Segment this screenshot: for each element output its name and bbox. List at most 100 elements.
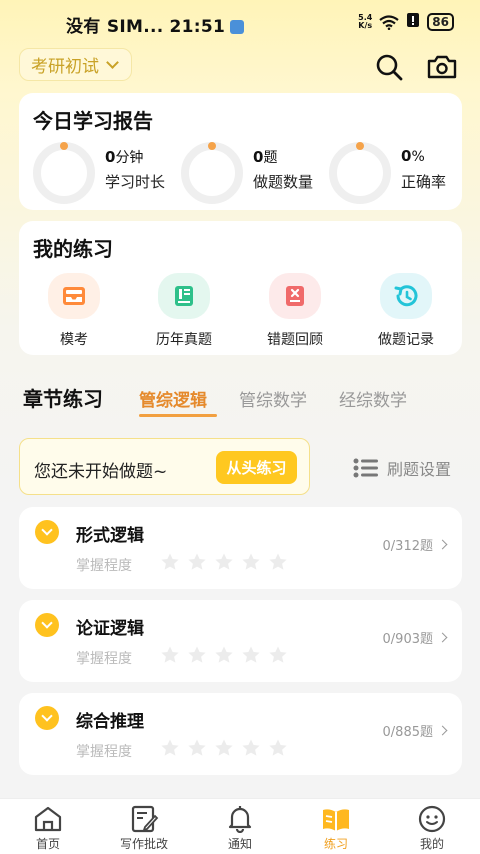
chapter-count-text: 0/903题 (382, 632, 433, 647)
question-count-ring (181, 142, 243, 204)
stat-study-time: 0分钟 学习时长 (19, 141, 167, 204)
battery-indicator: 86 (427, 13, 454, 31)
star-icon (161, 739, 179, 756)
study-time-label: 学习时长 (105, 173, 166, 191)
carrier-text: 没有 SIM... (66, 17, 164, 37)
practice-past-papers-label: 历年真题 (156, 332, 212, 348)
exam-type-selector[interactable]: 考研初试 (19, 48, 132, 81)
book-icon (158, 273, 210, 319)
practice-title: 我的练习 (33, 237, 113, 261)
star-icon (161, 553, 179, 570)
mastery-stars (160, 552, 288, 572)
stat-question-count: 0题 做题数量 (167, 141, 315, 204)
study-time-ring (33, 142, 95, 204)
report-title: 今日学习报告 (33, 109, 153, 133)
chapter-count-text: 0/312题 (382, 539, 433, 554)
chevron-right-icon (437, 725, 448, 736)
chapter-title: 论证逻辑 (76, 619, 144, 639)
search-icon[interactable] (374, 52, 404, 82)
start-practice-box: 您还未开始做题~ 从头练习 (19, 438, 310, 495)
star-icon (269, 646, 287, 663)
chevron-down-icon[interactable] (35, 520, 59, 544)
wifi-icon (379, 14, 399, 30)
nav-profile-label: 我的 (419, 837, 444, 851)
chevron-right-icon (437, 539, 448, 550)
nav-home-label: 首页 (35, 837, 60, 851)
exam-tray-icon (48, 273, 100, 319)
nav-practice[interactable]: 练习 (296, 805, 376, 852)
bell-icon (228, 806, 252, 833)
chapter-count-text: 0/885题 (382, 725, 433, 740)
chapter-tabs: 章节练习 管综逻辑 管综数学 经综数学 (0, 383, 480, 419)
practice-settings-label: 刷题设置 (387, 460, 452, 479)
network-speed: 5.4 K/s (358, 14, 372, 30)
chapter-item[interactable]: 论证逻辑 掌握程度 0/903题 (19, 600, 462, 682)
alert-icon (406, 12, 420, 32)
practice-mistake-review-label: 错题回顾 (267, 332, 323, 348)
practice-history-label: 做题记录 (378, 332, 434, 348)
chapter-practice-heading: 章节练习 (23, 387, 103, 411)
start-message: 您还未开始做题~ (34, 462, 168, 482)
chapter-progress[interactable]: 0/903题 (382, 628, 448, 647)
daily-report-card: 今日学习报告 0分钟 学习时长 0题 做题数量 0% 正确率 (19, 93, 462, 210)
camera-icon[interactable] (426, 53, 458, 81)
nav-notifications[interactable]: 通知 (200, 805, 280, 852)
chapter-title: 综合推理 (76, 712, 144, 732)
practice-settings-button[interactable]: 刷题设置 (353, 456, 451, 480)
tab-management-logic[interactable]: 管综逻辑 (139, 386, 207, 411)
mastery-label: 掌握程度 (76, 558, 132, 574)
start-from-beginning-button[interactable]: 从头练习 (216, 451, 297, 484)
profile-icon (418, 805, 446, 833)
practice-book-icon (323, 809, 349, 831)
mastery-label: 掌握程度 (76, 744, 132, 760)
nav-writing-label: 写作批改 (119, 837, 168, 851)
star-icon (188, 646, 206, 663)
mistake-doc-icon (269, 273, 321, 319)
practice-mock-exam[interactable]: 模考 (19, 273, 129, 351)
nav-profile[interactable]: 我的 (392, 805, 472, 852)
mastery-stars (160, 645, 288, 665)
practice-mock-exam-label: 模考 (60, 332, 88, 348)
history-icon (380, 273, 432, 319)
chevron-down-icon[interactable] (35, 613, 59, 637)
star-icon (215, 553, 233, 570)
home-icon (34, 806, 62, 832)
star-icon (269, 739, 287, 756)
chapter-progress[interactable]: 0/312题 (382, 535, 448, 554)
star-icon (188, 739, 206, 756)
practice-mistake-review[interactable]: 错题回顾 (240, 273, 350, 351)
status-left: 没有 SIM... 21:51 (66, 12, 245, 37)
chapter-item[interactable]: 形式逻辑 掌握程度 0/312题 (19, 507, 462, 589)
star-icon (269, 553, 287, 570)
question-count-value: 0题 (253, 148, 278, 166)
chevron-down-icon[interactable] (35, 706, 59, 730)
chevron-down-icon (106, 55, 119, 69)
question-count-label: 做题数量 (253, 173, 314, 191)
accuracy-label: 正确率 (401, 173, 447, 191)
status-right: 5.4 K/s 86 (358, 12, 454, 32)
bottom-nav: 首页 写作批改 通知 练习 我的 (0, 798, 480, 854)
study-time-value: 0分钟 (105, 148, 144, 166)
speed-unit: K/s (358, 21, 373, 30)
mastery-stars (160, 738, 288, 758)
star-icon (161, 646, 179, 663)
writing-icon (131, 805, 159, 833)
nav-home[interactable]: 首页 (8, 805, 88, 852)
chapter-item[interactable]: 综合推理 掌握程度 0/885题 (19, 693, 462, 775)
app-notification-icon (230, 20, 245, 34)
nav-practice-label: 练习 (323, 837, 348, 851)
list-settings-icon (353, 458, 378, 478)
practice-history[interactable]: 做题记录 (351, 273, 461, 351)
tab-management-math[interactable]: 管综数学 (239, 386, 307, 411)
chapter-progress[interactable]: 0/885题 (382, 721, 448, 740)
tab-economics-math[interactable]: 经综数学 (339, 386, 407, 411)
practice-past-papers[interactable]: 历年真题 (129, 273, 239, 351)
stat-accuracy: 0% 正确率 (315, 141, 463, 204)
star-icon (215, 739, 233, 756)
my-practice-card: 我的练习 模考 历年真题 错题回顾 做题记录 (19, 221, 462, 355)
accuracy-value: 0% (401, 147, 425, 165)
star-icon (215, 646, 233, 663)
mastery-label: 掌握程度 (76, 651, 132, 667)
nav-writing[interactable]: 写作批改 (104, 805, 184, 852)
star-icon (242, 646, 260, 663)
